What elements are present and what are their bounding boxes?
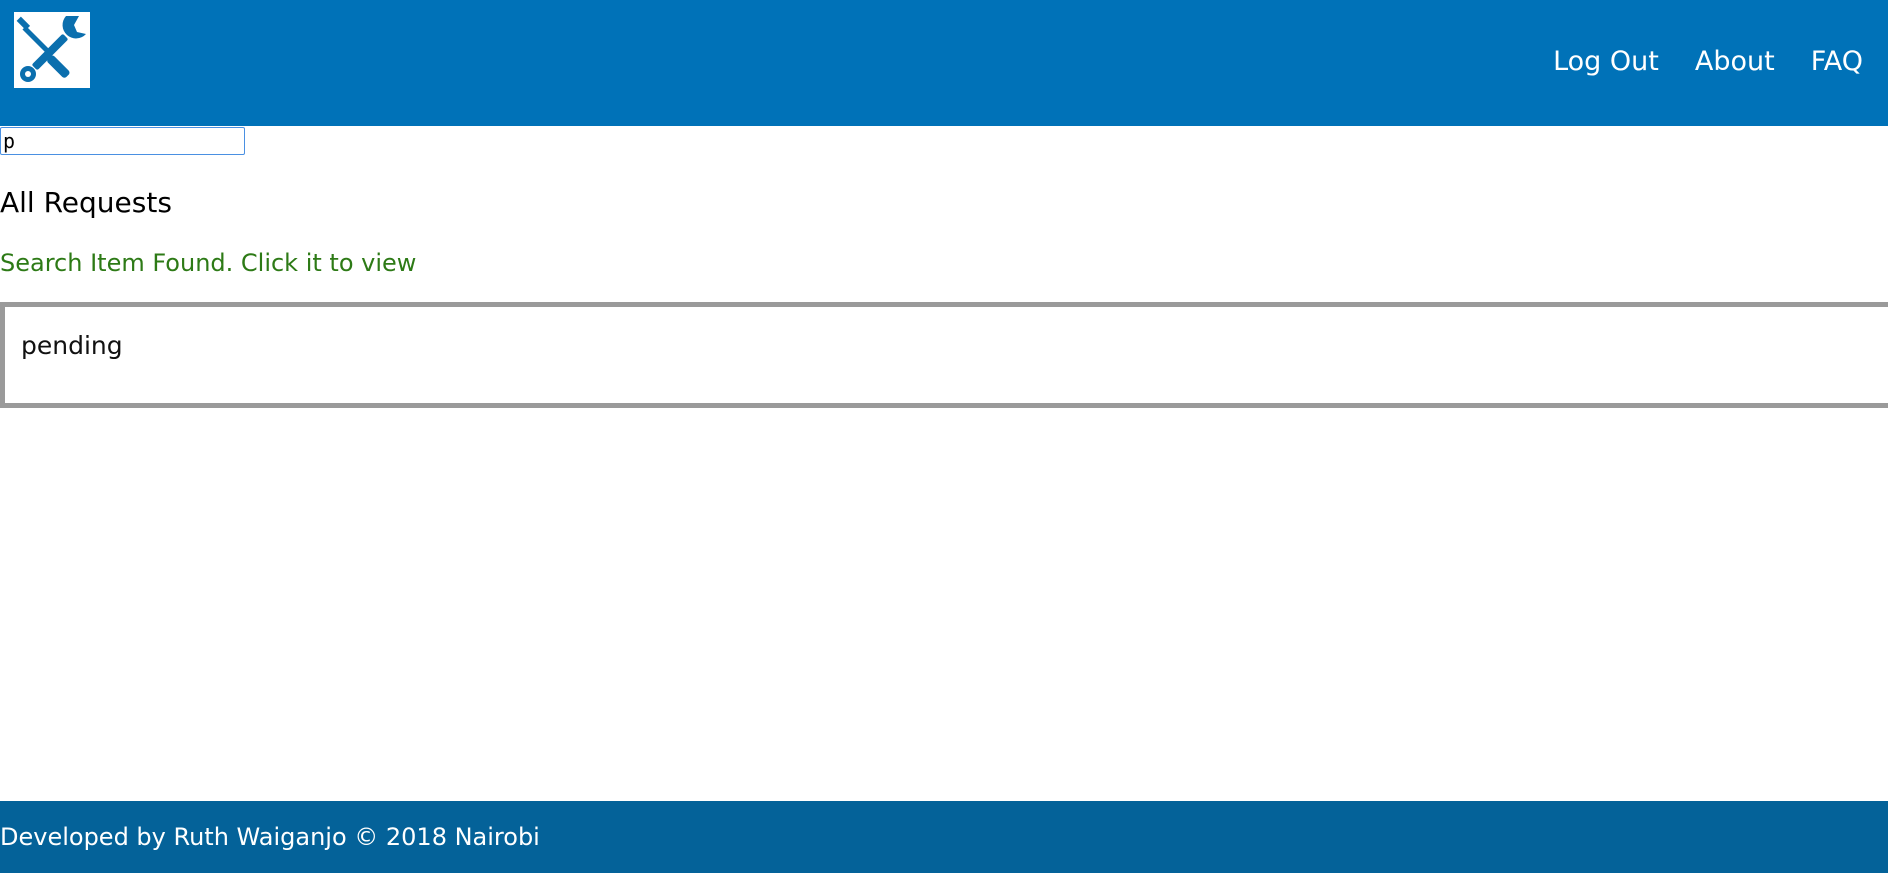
logo[interactable] — [14, 12, 90, 88]
footer: Developed by Ruth Waiganjo © 2018 Nairob… — [0, 801, 1888, 873]
top-nav: Log Out About FAQ — [1553, 44, 1863, 80]
nav-logout-link[interactable]: Log Out — [1553, 44, 1659, 80]
search-input[interactable] — [0, 127, 245, 155]
wrench-screwdriver-icon — [16, 16, 86, 82]
page-title: All Requests — [0, 186, 172, 219]
search-result-item[interactable]: pending — [0, 302, 1888, 408]
page: Log Out About FAQ All Requests Search It… — [0, 0, 1888, 873]
header-bar: Log Out About FAQ — [0, 0, 1888, 126]
nav-faq-link[interactable]: FAQ — [1811, 44, 1863, 80]
nav-about-link[interactable]: About — [1695, 44, 1775, 80]
footer-credit: Developed by Ruth Waiganjo © 2018 Nairob… — [0, 823, 540, 851]
result-status-label: pending — [21, 331, 123, 360]
search-status-message: Search Item Found. Click it to view — [0, 249, 417, 277]
